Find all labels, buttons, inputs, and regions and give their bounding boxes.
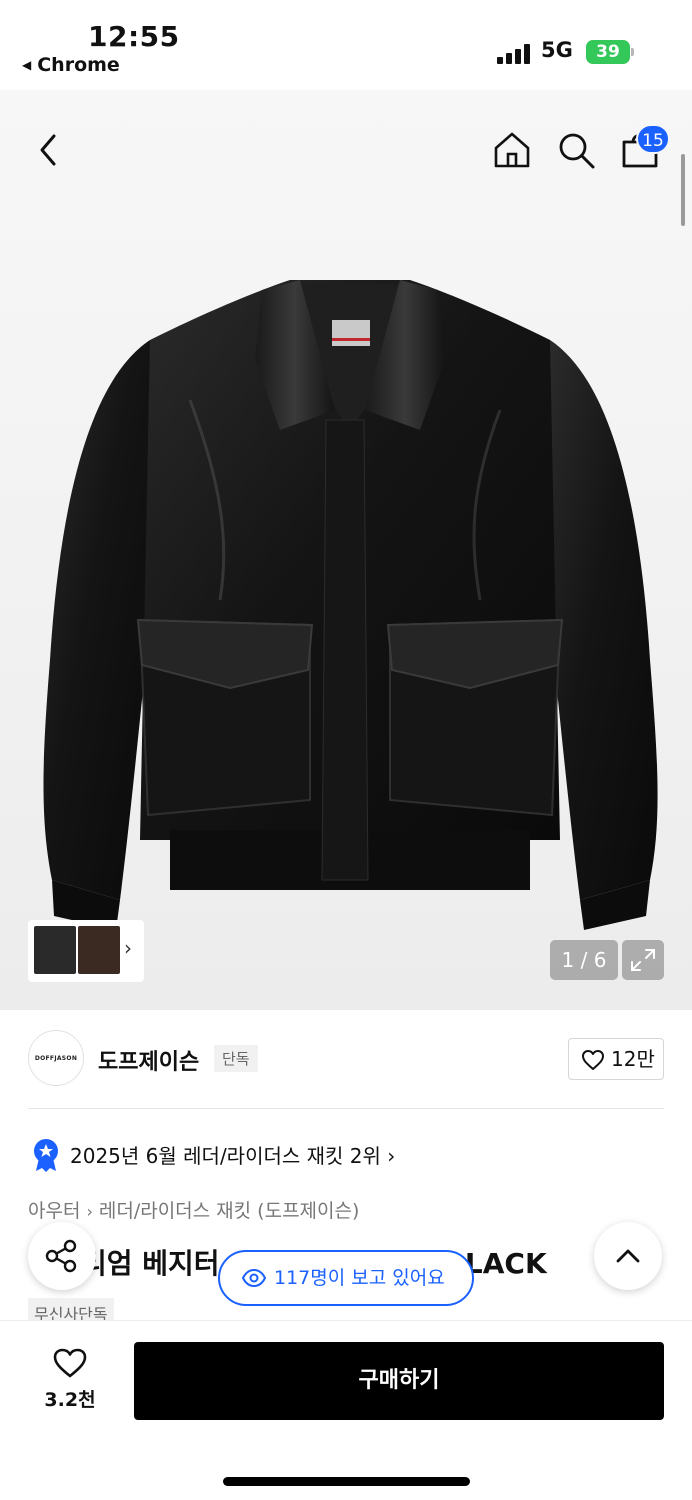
scroll-indicator xyxy=(681,154,685,226)
thumbnail-2[interactable] xyxy=(78,926,120,974)
ranking-text: 2025년 6월 레더/라이더스 재킷 2위 › xyxy=(70,1144,396,1168)
viewers-indicator: 117명이 보고 있어요 xyxy=(218,1250,474,1306)
medal-icon xyxy=(34,1139,58,1172)
network-type: 5G xyxy=(541,38,573,62)
share-icon xyxy=(45,1239,77,1273)
back-to-app-link[interactable]: ◀ Chrome xyxy=(22,54,120,76)
cellular-signal-icon xyxy=(497,44,533,64)
viewers-text: 117명이 보고 있어요 xyxy=(274,1267,445,1289)
chevron-up-icon xyxy=(616,1249,640,1263)
status-time: 12:55 xyxy=(88,20,180,53)
heart-icon xyxy=(582,1050,604,1070)
product-title-visible-part: 리엄 베지터 xyxy=(81,1247,220,1280)
product-photo-leather-jacket xyxy=(43,280,658,930)
wishlist-count: 3.2천 xyxy=(44,1389,96,1411)
breadcrumb-subcategory[interactable]: 레더/라이더스 재킷 (도프제이슨) xyxy=(99,1200,360,1222)
brand-name[interactable]: 도프제이슨 xyxy=(98,1044,199,1076)
share-button[interactable] xyxy=(28,1222,96,1290)
brand-like-button[interactable]: 12만 xyxy=(568,1038,664,1080)
brand-logo[interactable]: DOFFJASON xyxy=(28,1030,84,1086)
battery-tip xyxy=(631,48,634,56)
battery-icon: 39 xyxy=(586,40,630,64)
scroll-top-button[interactable] xyxy=(594,1222,662,1290)
cart-count-badge: 15 xyxy=(636,124,670,154)
back-arrow-icon[interactable] xyxy=(32,130,68,170)
breadcrumb-category[interactable]: 아우터 xyxy=(28,1200,80,1222)
exclusive-tag: 단독 xyxy=(214,1045,258,1072)
wishlist-button[interactable]: 3.2천 xyxy=(36,1347,104,1417)
home-icon[interactable] xyxy=(490,128,534,172)
expand-icon[interactable] xyxy=(622,940,664,980)
eye-icon xyxy=(242,1268,266,1288)
battery-level: 39 xyxy=(596,42,620,62)
heart-icon xyxy=(53,1348,87,1378)
chevron-right-icon: › xyxy=(86,1202,93,1221)
brand-row[interactable]: DOFFJASON 도프제이슨 단독 12만 xyxy=(28,1030,664,1090)
bottom-action-bar: 3.2천 구매하기 xyxy=(0,1320,692,1500)
breadcrumb: 아우터 › 레더/라이더스 재킷 (도프제이슨) xyxy=(28,1196,359,1223)
product-image-gallery[interactable]: 15 › 1 / 6 xyxy=(0,90,692,1010)
back-triangle-icon: ◀ xyxy=(22,58,32,72)
chevron-right-icon[interactable]: › xyxy=(124,936,132,960)
search-icon[interactable] xyxy=(554,128,598,172)
thumbnail-strip[interactable]: › xyxy=(28,920,144,982)
status-bar: 12:55 ◀ Chrome 5G 39 xyxy=(0,0,692,90)
image-counter: 1 / 6 xyxy=(550,940,618,980)
home-indicator xyxy=(223,1477,470,1486)
back-app-label: Chrome xyxy=(37,54,120,76)
buy-button[interactable]: 구매하기 xyxy=(134,1342,664,1420)
thumbnail-1[interactable] xyxy=(34,926,76,974)
divider xyxy=(28,1108,664,1109)
brand-like-count: 12만 xyxy=(611,1047,655,1071)
